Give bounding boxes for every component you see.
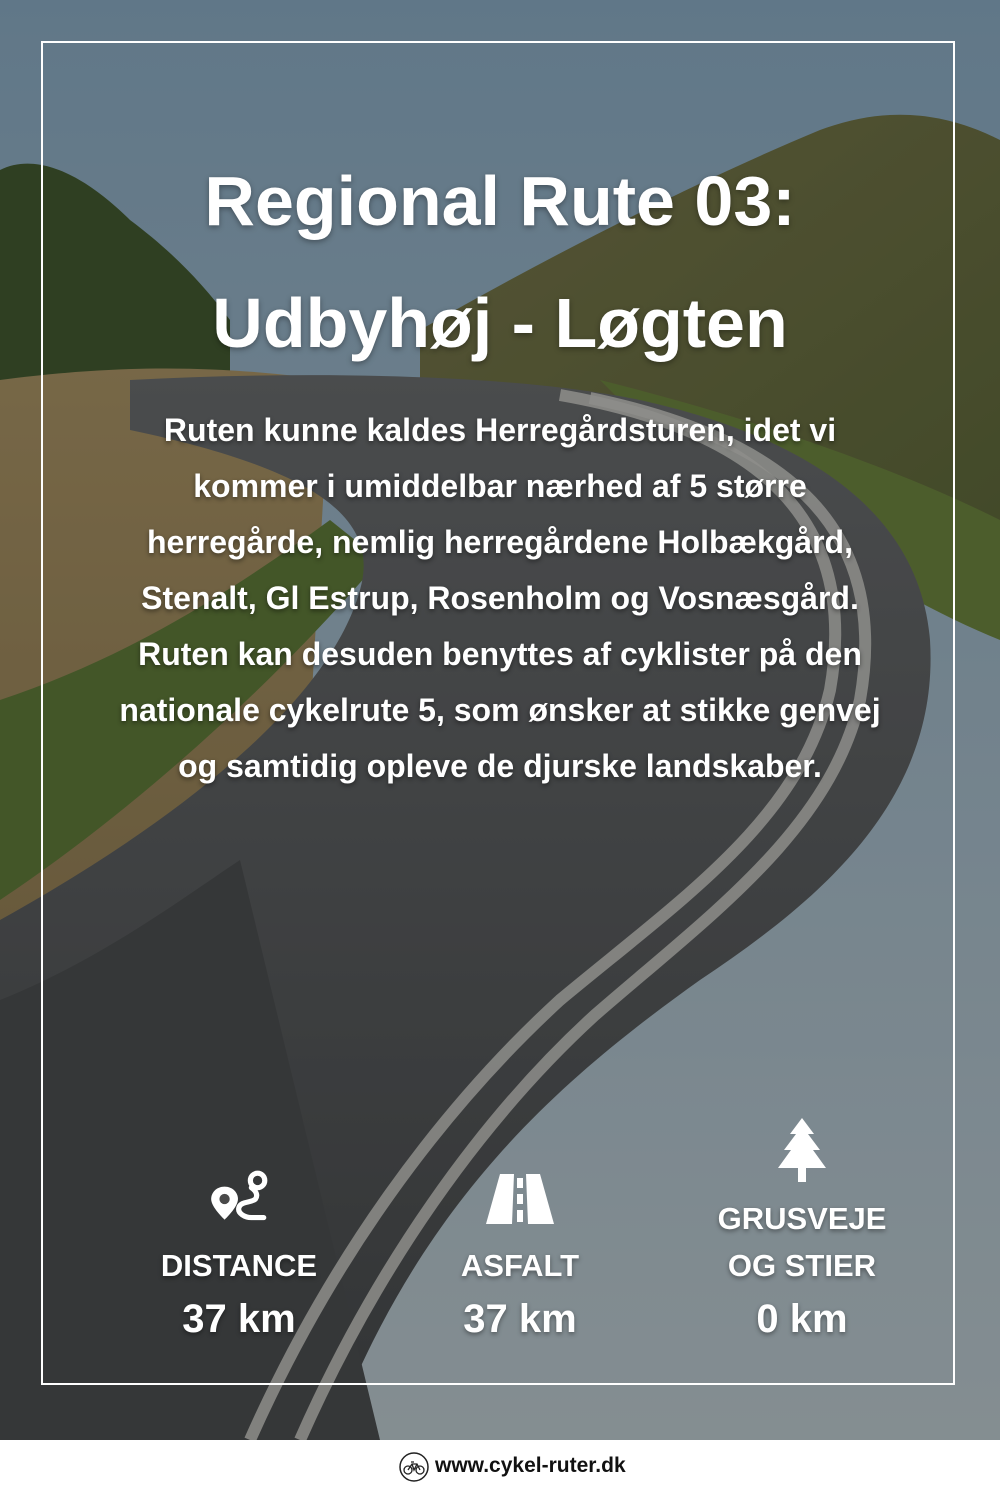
footer-website-link[interactable]: www.cykel-ruter.dk [435, 1451, 626, 1481]
route-description: Ruten kunne kaldes Herregårdsturen, idet… [119, 412, 881, 784]
stat-distance-label: DISTANCE [160, 1248, 318, 1283]
title-line-2: Udbyhøj - Løgten [212, 284, 788, 362]
stat-asphalt: ASFALT 37 km [390, 1160, 650, 1360]
page-title: Regional Rute 03: Udbyhøj - Løgten [60, 140, 940, 384]
stat-distance: DISTANCE 37 km [109, 1160, 369, 1360]
tree-icon [778, 1118, 826, 1182]
stat-asphalt-value: 37 km [463, 1297, 577, 1341]
title-line-1: Regional Rute 03: [204, 162, 796, 240]
stat-distance-value: 37 km [182, 1297, 296, 1341]
road-icon [486, 1174, 554, 1224]
bicycle-logo-icon [399, 1452, 429, 1482]
stat-gravel-label-line-2: OG STIER [727, 1248, 877, 1283]
stat-asphalt-label: ASFALT [460, 1248, 580, 1283]
stat-gravel: GRUSVEJE OG STIER 0 km [672, 1115, 932, 1360]
stat-gravel-label-line-1: GRUSVEJE [717, 1201, 887, 1236]
route-icon [211, 1170, 268, 1221]
stat-gravel-value: 0 km [756, 1297, 848, 1341]
